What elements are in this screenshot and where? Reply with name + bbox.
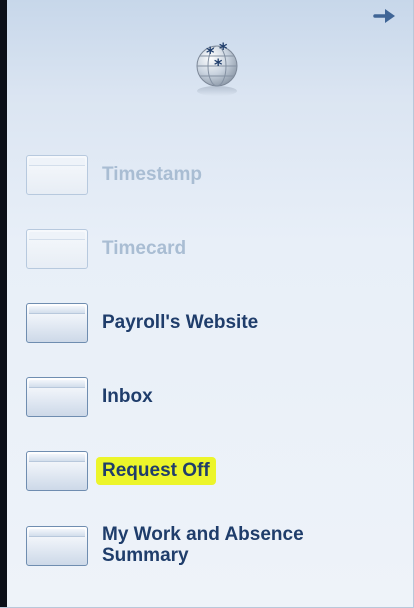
navigation-panel: * * * Timestamp Timecard Payroll's Websi… [0,0,414,608]
nav-item-label: Request Off [96,457,216,485]
nav-item-label: Payroll's Website [102,312,259,333]
nav-item-label: My Work and Absence Summary [102,524,304,566]
window-icon [26,303,88,343]
nav-item-request-off[interactable]: Request Off [26,451,406,495]
nav-item-my-work-and-absence-summary[interactable]: My Work and Absence Summary [26,524,406,570]
globe-stars-icon: * * * [186,36,248,98]
nav-item-payrolls-website[interactable]: Payroll's Website [26,303,406,347]
nav-item-inbox[interactable]: Inbox [26,377,406,421]
window-icon [26,229,88,269]
window-icon [26,451,88,491]
window-icon [26,377,88,417]
nav-item-timestamp[interactable]: Timestamp [26,155,406,199]
nav-item-label: Timestamp [102,164,202,185]
svg-text:*: * [214,55,223,74]
nav-item-timecard[interactable]: Timecard [26,229,406,273]
nav-item-label: Inbox [102,386,153,407]
window-icon [26,526,88,566]
arrow-right-icon[interactable] [373,6,399,28]
left-edge-border [0,0,7,607]
nav-item-label: Timecard [102,238,187,259]
window-icon [26,155,88,195]
